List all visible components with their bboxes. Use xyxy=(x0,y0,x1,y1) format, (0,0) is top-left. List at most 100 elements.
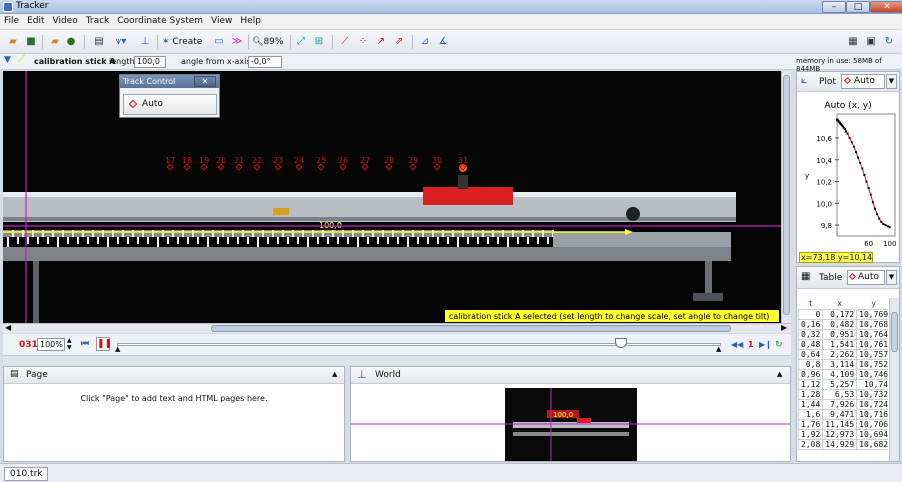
table-cell[interactable]: 0,482 xyxy=(822,319,858,330)
plot-point[interactable] xyxy=(869,193,872,196)
track-point-marker[interactable] xyxy=(317,163,325,171)
calibration-tools-icon[interactable]: ⊥ xyxy=(138,35,152,49)
table-cell[interactable]: 1,92 xyxy=(798,429,824,440)
table-cell[interactable]: 10,724 xyxy=(856,399,888,410)
minimize-button[interactable]: – xyxy=(822,1,846,13)
plot-button[interactable]: Plot xyxy=(819,77,836,87)
table-row[interactable]: 1,12 5,257 10,74 xyxy=(798,379,888,390)
maximize-button[interactable]: □ xyxy=(846,1,870,13)
plot-point[interactable] xyxy=(878,217,881,220)
track-point-marker[interactable] xyxy=(385,163,393,171)
table-cell[interactable]: 0,48 xyxy=(798,339,824,350)
table-cell[interactable]: 9,471 xyxy=(822,409,858,420)
track-point-marker[interactable] xyxy=(274,163,282,171)
table-cell[interactable]: 0,951 xyxy=(822,329,858,340)
plot-point[interactable] xyxy=(865,180,868,183)
frame-number[interactable]: 031 xyxy=(19,340,38,350)
reset-icon[interactable]: ⏮ xyxy=(81,339,89,349)
plot-point[interactable] xyxy=(857,156,860,159)
protractor-icon[interactable]: ∡ xyxy=(436,35,450,49)
table-cell[interactable]: 2,08 xyxy=(798,439,824,450)
plot-point[interactable] xyxy=(886,225,889,228)
track-menu-arrow-icon[interactable]: ▼ xyxy=(4,55,11,65)
table-cell[interactable]: 0,172 xyxy=(822,309,858,320)
table-row[interactable]: 0,48 1,541 10,761 xyxy=(798,339,888,350)
table-cell[interactable]: 0,64 xyxy=(798,349,824,360)
plot-point[interactable] xyxy=(861,167,864,170)
page-maximize-icon[interactable]: ▲ xyxy=(332,370,337,378)
table-cell[interactable]: 10,769 xyxy=(856,309,888,320)
plot-point[interactable] xyxy=(854,151,857,154)
track-point-marker[interactable] xyxy=(235,163,243,171)
table-cell[interactable]: 10,682 xyxy=(856,439,888,450)
table-scrollbar[interactable] xyxy=(889,298,899,461)
table-cell[interactable]: 10,732 xyxy=(856,389,888,400)
scroll-left-icon[interactable]: ◀ xyxy=(5,323,11,332)
position-plot[interactable]: Auto (x, y) y 10,6 10,4 10,2 10,0 9,8 60 100 xyxy=(797,94,899,252)
data-table[interactable]: txy 0 0,172 10,769 0,16 0,482 10,768 0,32 0,951… xyxy=(798,298,888,450)
table-row[interactable]: 0,96 4,109 10,746 xyxy=(798,369,888,380)
table-cell[interactable]: 10,768 xyxy=(856,319,888,330)
menu-track[interactable]: Track xyxy=(82,14,114,26)
rate-spinner-icon[interactable]: ▲ ▼ xyxy=(67,337,72,351)
track-point-marker[interactable] xyxy=(166,163,174,171)
table-row[interactable]: 1,6 9,471 10,716 xyxy=(798,409,888,420)
plot-point[interactable] xyxy=(867,187,870,190)
timeline-track[interactable] xyxy=(117,343,721,346)
start-marker-icon[interactable]: ▲ xyxy=(115,345,120,353)
table-cell[interactable]: 4,109 xyxy=(822,369,858,380)
track-point-marker[interactable] xyxy=(361,163,369,171)
length-field[interactable]: 100,0 xyxy=(134,56,166,68)
close-window-button[interactable]: ✕ xyxy=(870,1,902,13)
table-row[interactable]: 0,16 0,482 10,768 xyxy=(798,319,888,330)
table-cell[interactable]: 1,12 xyxy=(798,379,824,390)
ruler-icon[interactable]: ⊿ xyxy=(418,35,432,49)
table-cell[interactable]: 1,28 xyxy=(798,389,824,400)
autotracker-icon[interactable]: ≫ xyxy=(230,35,244,49)
table-row[interactable]: 0,64 2,262 10,757 xyxy=(798,349,888,360)
table-cell[interactable]: 10,764 xyxy=(856,329,888,340)
pause-button[interactable]: ❚❚ xyxy=(96,337,112,351)
track-point-marker[interactable] xyxy=(339,163,347,171)
step-forward-icon[interactable]: ▶❙ xyxy=(759,340,772,349)
table-cell[interactable]: 10,74 xyxy=(856,379,888,390)
table-cell[interactable]: 10,761 xyxy=(856,339,888,350)
table-column-header[interactable]: t xyxy=(799,298,823,310)
path-icon[interactable]: ⟋ xyxy=(338,35,352,49)
track-point-marker[interactable] xyxy=(433,163,441,171)
table-cell[interactable]: 10,694 xyxy=(856,429,888,440)
file-tab[interactable]: 010.trk xyxy=(4,467,49,481)
trails-icon[interactable]: ⤢ xyxy=(294,35,308,49)
open-video-icon[interactable]: ▰ xyxy=(48,35,62,49)
table-cell[interactable]: 10,706 xyxy=(856,419,888,430)
video-vertical-scrollbar[interactable] xyxy=(781,71,791,323)
table-cell[interactable]: 5,257 xyxy=(822,379,858,390)
labels-icon[interactable]: ⊞ xyxy=(312,35,326,49)
acceleration-icon[interactable]: ⇗ xyxy=(392,35,406,49)
table-cell[interactable]: 11,145 xyxy=(822,419,858,430)
table-row[interactable]: 0,32 0,951 10,764 xyxy=(798,329,888,340)
plot-point[interactable] xyxy=(845,130,848,133)
coordinate-axes-icon[interactable]: ⩛▾ xyxy=(110,35,132,49)
menu-help[interactable]: Help xyxy=(236,14,265,26)
positions-icon[interactable]: ⁘ xyxy=(356,35,370,49)
table-cell[interactable]: 7,926 xyxy=(822,399,858,410)
open-file-icon[interactable]: ▰ xyxy=(6,35,20,49)
velocity-icon[interactable]: ↗ xyxy=(374,35,388,49)
hscroll-thumb[interactable] xyxy=(211,325,731,332)
scroll-right-icon[interactable]: ▶ xyxy=(781,323,787,332)
table-column-header[interactable]: y xyxy=(857,298,888,310)
end-marker-icon[interactable]: ▲ xyxy=(716,345,721,353)
plot-point[interactable] xyxy=(876,213,879,216)
table-row[interactable]: 0 0,172 10,769 xyxy=(798,309,888,320)
track-control-close-button[interactable]: ✕ xyxy=(194,76,216,87)
table-cell[interactable]: 10,752 xyxy=(856,359,888,370)
table-cell[interactable]: 0,8 xyxy=(798,359,824,370)
world-button[interactable]: World xyxy=(375,370,401,380)
page-icon[interactable]: ▤ xyxy=(10,369,19,379)
menu-video[interactable]: Video xyxy=(49,14,82,26)
step-size[interactable]: 1 xyxy=(748,340,754,349)
refresh-icon[interactable]: ↻ xyxy=(882,35,896,49)
loop-icon[interactable]: ↻ xyxy=(775,340,783,350)
table-cell[interactable]: 2,262 xyxy=(822,349,858,360)
